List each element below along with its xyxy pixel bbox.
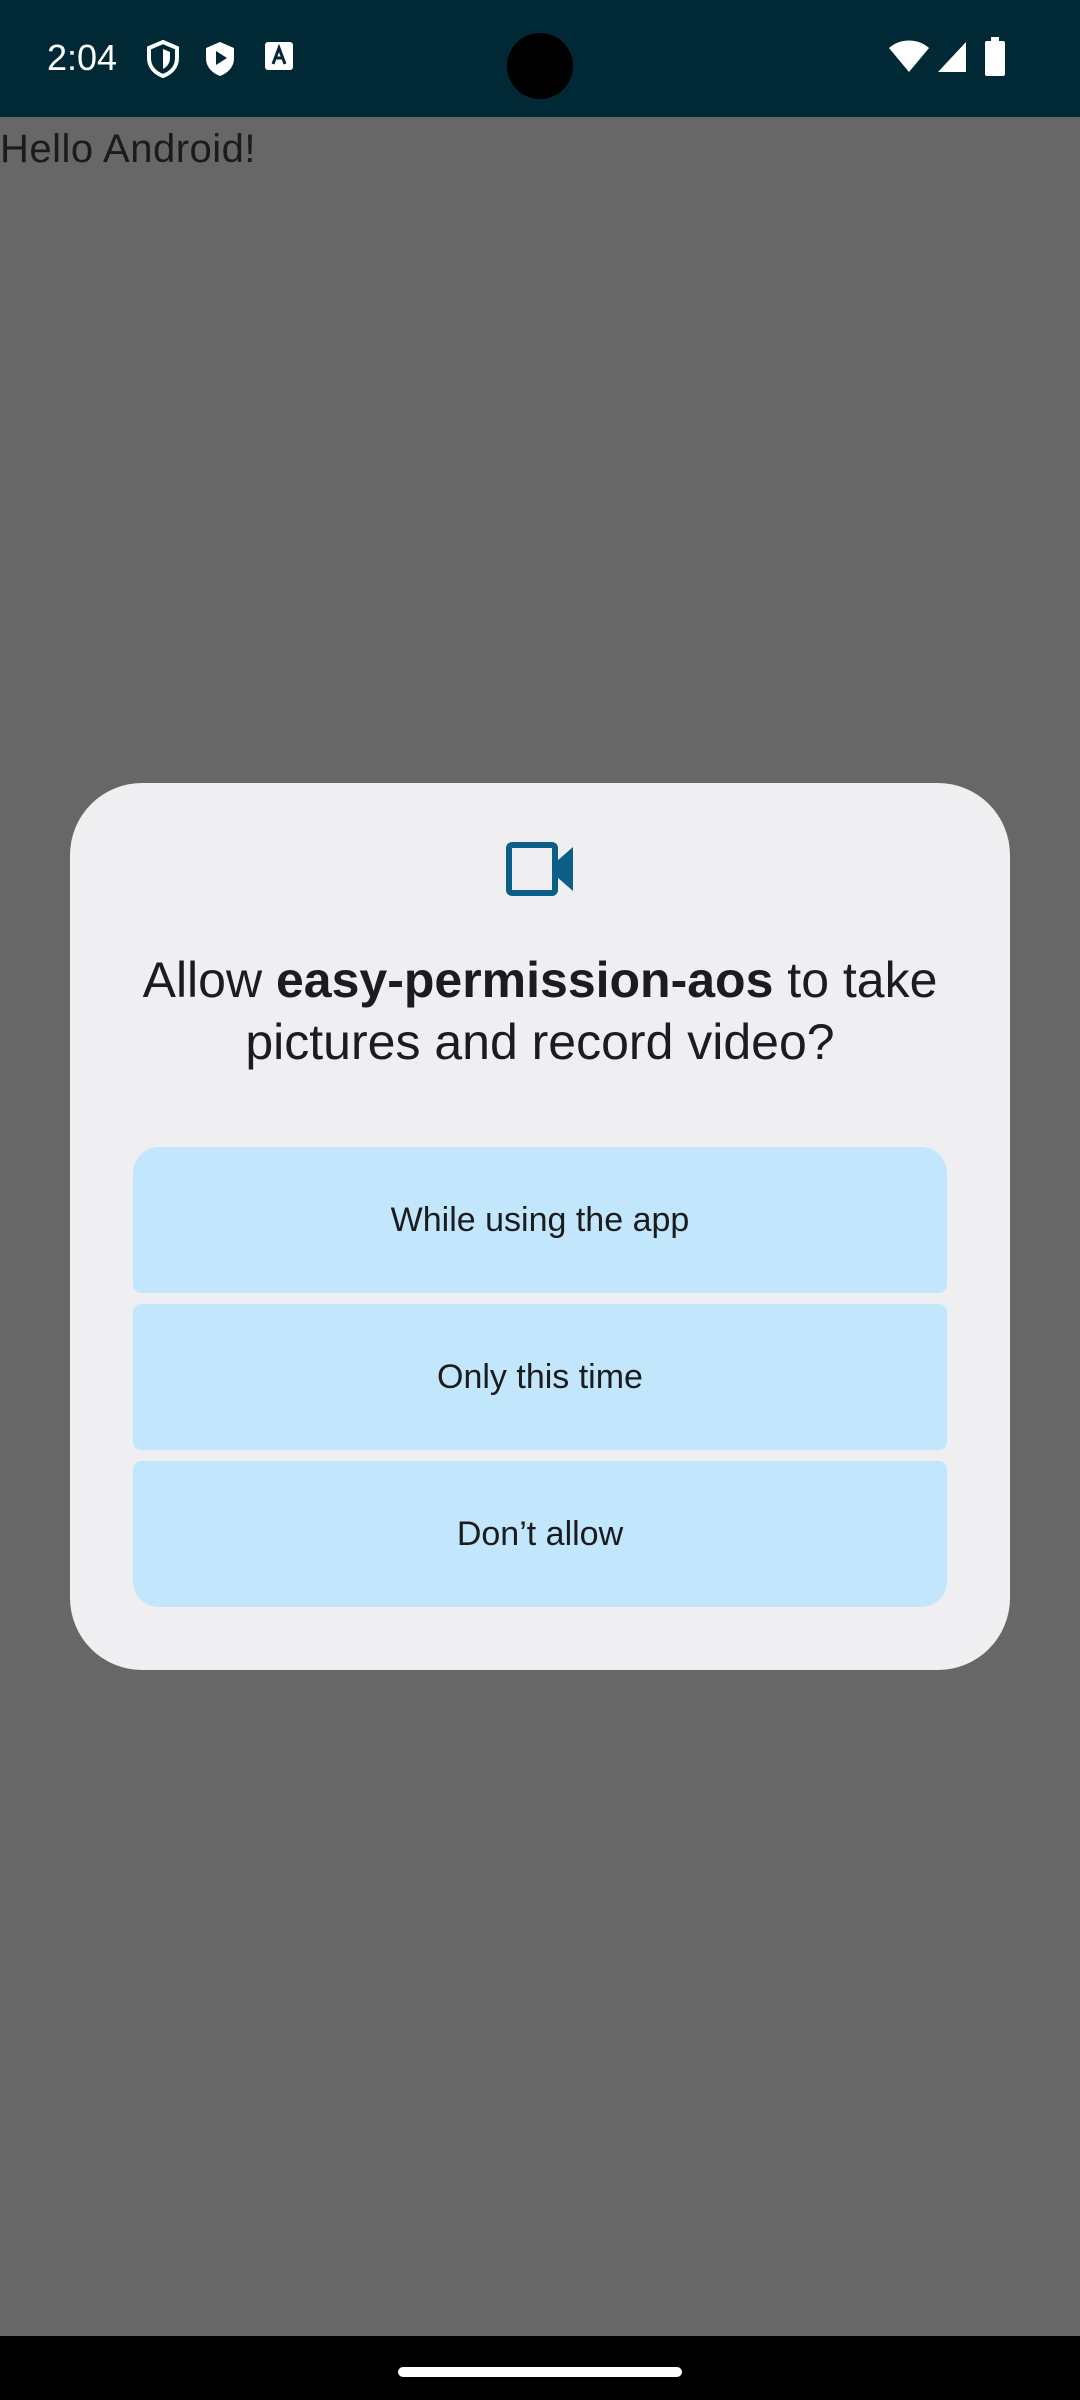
play-shield-icon (206, 42, 234, 76)
app-name: easy-permission-aos (275, 952, 774, 1008)
only-this-time-label: Only this time (437, 1357, 643, 1396)
only-this-time-button[interactable]: Only this time (133, 1304, 947, 1450)
dialog-title: Allow easy-permission-aos to take pictur… (110, 949, 970, 1073)
cellular-signal-icon (938, 42, 966, 72)
while-using-app-label: While using the app (390, 1200, 690, 1239)
camera-cutout (507, 33, 573, 99)
status-bar: 2:04 (0, 0, 1080, 117)
while-using-app-button[interactable]: While using the app (133, 1147, 947, 1293)
title-prefix: Allow (142, 952, 276, 1008)
permission-dialog: Allow easy-permission-aos to take pictur… (70, 783, 1010, 1670)
video-camera-icon (506, 842, 573, 896)
shield-icon (147, 40, 179, 78)
navigation-bar (0, 2336, 1080, 2400)
font-a-icon (265, 42, 293, 70)
battery-icon (985, 37, 1005, 76)
dont-allow-label: Don’t allow (456, 1514, 624, 1553)
dont-allow-button[interactable]: Don’t allow (133, 1461, 947, 1607)
hello-text: Hello Android! (0, 127, 257, 171)
status-time: 2:04 (47, 37, 118, 78)
wifi-icon (889, 40, 929, 72)
gesture-handle[interactable] (398, 2367, 682, 2377)
